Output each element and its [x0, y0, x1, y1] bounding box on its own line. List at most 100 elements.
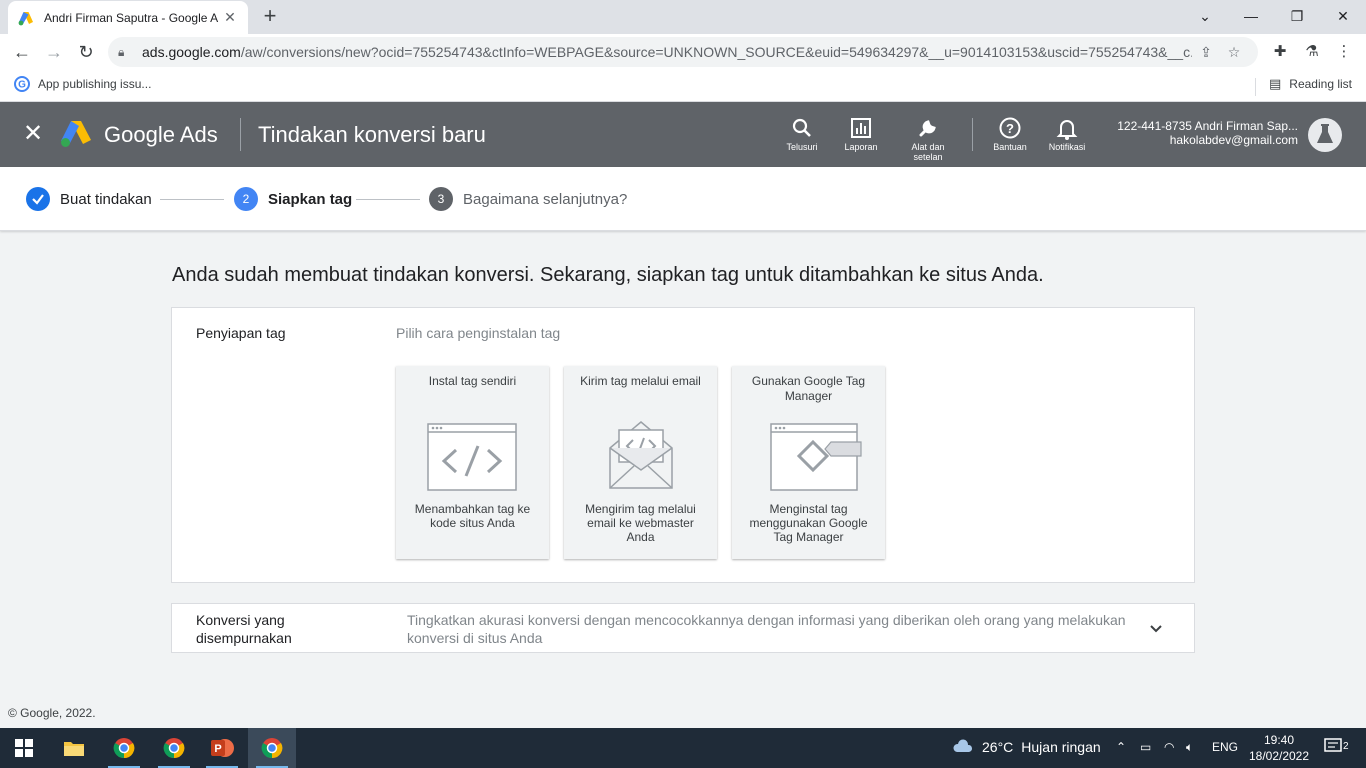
share-icon[interactable]: ⇪: [1192, 44, 1220, 61]
weather-temp: 26°C: [982, 739, 1014, 755]
language-indicator[interactable]: ENG: [1212, 740, 1238, 754]
browser-tabstrip: Andri Firman Saputra - Google A ✕ + ⌄ — …: [0, 0, 1366, 34]
option-title: Instal tag sendiri: [428, 374, 517, 388]
tag-setup-subtitle: Pilih cara penginstalan tag: [396, 325, 561, 341]
restore-button[interactable]: ❐: [1274, 4, 1320, 28]
search-label: Telusuri: [786, 142, 818, 152]
flask-icon[interactable]: ⚗: [1300, 40, 1324, 64]
code-browser-icon: [427, 423, 517, 491]
reading-list-icon: ▤: [1269, 76, 1282, 91]
svg-text:P: P: [214, 743, 221, 755]
step-number: 2: [234, 187, 258, 211]
option-tag-manager[interactable]: Gunakan Google Tag Manager Menginstal ta…: [732, 366, 885, 559]
help-button[interactable]: ? Bantuan: [980, 116, 1040, 152]
powerpoint-icon[interactable]: P: [198, 728, 246, 768]
divider: [972, 118, 973, 151]
svg-text:?: ?: [1006, 121, 1014, 136]
tag-setup-label: Penyiapan tag: [196, 325, 286, 341]
tag-setup-card: Penyiapan tag Pilih cara penginstalan ta…: [171, 307, 1195, 583]
url-path: /aw/conversions/new?ocid=755254743&ctInf…: [240, 44, 1192, 60]
clock-date: 18/02/2022: [1248, 749, 1310, 763]
help-icon: ?: [999, 117, 1021, 139]
browser-toolbar: ← → ↻ 🔒︎ ads.google.com/aw/conversions/n…: [0, 34, 1366, 70]
divider: [1255, 78, 1256, 96]
menu-icon[interactable]: ⋮: [1332, 40, 1356, 64]
step-label: Bagaimana selanjutnya?: [463, 190, 628, 208]
cloud-rain-icon: [953, 739, 973, 752]
new-tab-button[interactable]: +: [258, 4, 282, 28]
chrome-profile-icon[interactable]: [150, 728, 198, 768]
google-g-icon: G: [14, 76, 30, 92]
windows-start-icon[interactable]: [0, 728, 48, 768]
reports-button[interactable]: Laporan: [831, 116, 891, 152]
wifi-icon[interactable]: ◠: [1164, 740, 1174, 754]
url-domain: ads.google.com: [142, 44, 241, 60]
chrome-active-icon[interactable]: [248, 728, 296, 768]
step-connector: [160, 199, 224, 200]
address-bar[interactable]: 🔒︎ ads.google.com/aw/conversions/new?oci…: [108, 37, 1258, 67]
check-icon: [26, 187, 50, 211]
bookmark-item[interactable]: G App publishing issu...: [14, 76, 151, 92]
tab-close-icon[interactable]: ✕: [222, 9, 238, 26]
minimize-button[interactable]: —: [1228, 4, 1274, 28]
notifications-label: Notifikasi: [1048, 142, 1086, 152]
svg-text:G: G: [18, 80, 26, 91]
ads-header: ✕ Google Ads Tindakan konversi baru Telu…: [0, 102, 1366, 167]
step-connector: [356, 199, 420, 200]
reading-list-label: Reading list: [1289, 77, 1352, 91]
account-info[interactable]: 122-441-8735 Andri Firman Sap... hakolab…: [1117, 119, 1298, 147]
weather-widget[interactable]: 26°C Hujan ringan: [952, 738, 1101, 756]
option-title: Gunakan Google Tag Manager: [751, 374, 866, 403]
notification-count: 2: [1343, 740, 1349, 752]
tab-title: Andri Firman Saputra - Google A: [44, 10, 219, 25]
extensions-icon[interactable]: ✚: [1268, 40, 1292, 64]
reload-icon[interactable]: ↻: [74, 40, 98, 64]
bookmark-label: App publishing issu...: [38, 77, 152, 91]
option-email-tag[interactable]: Kirim tag melalui email Mengirim tag mel…: [564, 366, 717, 559]
option-description: Menambahkan tag ke kode situs Anda: [414, 502, 531, 530]
search-icon: [792, 118, 811, 137]
enhanced-conversions-description: Tingkatkan akurasi konversi dengan menco…: [407, 612, 1126, 646]
back-icon[interactable]: ←: [10, 40, 34, 64]
clock[interactable]: 19:40 18/02/2022: [1248, 732, 1310, 764]
bookmark-star-icon[interactable]: ☆: [1220, 44, 1248, 61]
notifications-button[interactable]: Notifikasi: [1037, 116, 1097, 152]
avatar[interactable]: [1308, 118, 1342, 152]
help-label: Bantuan: [993, 142, 1027, 152]
volume-icon[interactable]: 🔈︎: [1186, 740, 1193, 755]
battery-icon[interactable]: ▭: [1140, 740, 1151, 754]
tools-button[interactable]: Alat dan setelan: [898, 116, 958, 162]
bookmarks-bar: G App publishing issu... ▤ Reading list: [0, 70, 1366, 102]
chevron-up-icon[interactable]: ⌃: [1116, 740, 1126, 754]
bell-icon: [1056, 120, 1078, 140]
divider: [240, 118, 241, 151]
step-label: Siapkan tag: [268, 190, 353, 208]
file-explorer-icon[interactable]: [50, 728, 98, 768]
option-description: Menginstal tag menggunakan Google Tag Ma…: [749, 502, 868, 544]
step-setup-tag[interactable]: 2 Siapkan tag: [234, 187, 352, 211]
notification-center-icon[interactable]: 2: [1324, 738, 1349, 754]
forward-icon[interactable]: →: [42, 40, 66, 64]
option-title: Kirim tag melalui email: [580, 374, 701, 388]
tag-manager-icon: [770, 423, 862, 491]
reading-list-button[interactable]: ▤ Reading list: [1269, 76, 1352, 92]
chevron-down-icon[interactable]: [1144, 617, 1168, 641]
close-window-button[interactable]: ✕: [1320, 4, 1366, 28]
close-icon[interactable]: ✕: [20, 121, 46, 147]
step-create-action[interactable]: Buat tindakan: [26, 187, 152, 211]
enhanced-conversions-label: Konversi yang disempurnakan: [196, 612, 292, 646]
brand-name: Google Ads: [104, 122, 218, 147]
lock-icon[interactable]: 🔒︎: [118, 45, 134, 60]
chrome-icon[interactable]: [100, 728, 148, 768]
step-whats-next[interactable]: 3 Bagaimana selanjutnya?: [429, 187, 627, 211]
stepper: Buat tindakan 2 Siapkan tag 3 Bagaimana …: [0, 167, 1366, 231]
option-install-self[interactable]: Instal tag sendiri Menambahkan tag ke ko…: [396, 366, 549, 559]
search-button[interactable]: Telusuri: [772, 116, 832, 152]
reports-label: Laporan: [844, 142, 878, 152]
tools-label: Alat dan setelan: [911, 142, 945, 162]
taskbar: P 26°C Hujan ringan ⌃ ▭ ◠ 🔈︎ ENG 19:40 1…: [0, 728, 1366, 768]
browser-tab[interactable]: Andri Firman Saputra - Google A ✕: [8, 1, 248, 34]
tab-search-icon[interactable]: ⌄: [1182, 4, 1228, 28]
enhanced-conversions-card[interactable]: Konversi yang disempurnakan Tingkatkan a…: [171, 603, 1195, 653]
clock-time: 19:40: [1263, 733, 1295, 747]
